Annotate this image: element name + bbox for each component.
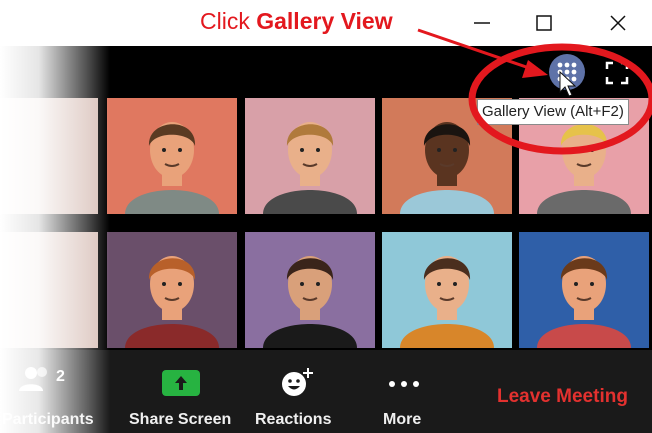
share-screen-button[interactable]: Share Screen: [120, 350, 242, 433]
avatar: [125, 122, 219, 214]
participant-video-tile[interactable]: [519, 232, 649, 348]
participant-video-tile[interactable]: [245, 232, 375, 348]
maximize-icon: [536, 15, 552, 31]
participants-count: 2: [56, 368, 65, 385]
participants-button[interactable]: Participants: [0, 350, 100, 433]
reactions-button[interactable]: Reactions: [248, 350, 340, 433]
grid-icon: [557, 62, 577, 82]
annotation-bold: Gallery View: [256, 8, 393, 34]
minimize-button[interactable]: [468, 10, 496, 36]
maximize-button[interactable]: [530, 10, 558, 36]
more-label: More: [383, 411, 422, 428]
participant-video-tile[interactable]: [0, 232, 98, 348]
participant-video-tile[interactable]: [107, 232, 237, 348]
fullscreen-icon: [605, 61, 629, 85]
participant-video-tile[interactable]: [107, 98, 237, 214]
participant-video-tile[interactable]: [382, 232, 512, 348]
participants-icon: [19, 367, 47, 391]
share-screen-icon: [162, 370, 200, 396]
participant-video-tile[interactable]: [245, 98, 375, 214]
avatar: [125, 256, 219, 348]
more-icon: [389, 381, 419, 387]
share-screen-label: Share Screen: [129, 411, 232, 428]
close-button[interactable]: [604, 10, 632, 36]
avatar: [537, 256, 631, 348]
avatar: [400, 256, 494, 348]
video-gallery: [0, 98, 652, 350]
annotation-prefix: Click: [200, 8, 257, 34]
more-button[interactable]: More: [368, 350, 440, 433]
close-icon: [610, 15, 626, 31]
gallery-view-tooltip: Gallery View (Alt+F2): [477, 99, 629, 125]
reactions-label: Reactions: [255, 411, 332, 428]
participants-label: Participants: [2, 411, 94, 428]
emoji-plus-icon: [282, 368, 313, 396]
annotation-caption: Click Gallery View: [200, 8, 393, 35]
gallery-view-button[interactable]: [549, 54, 585, 90]
avatar: [263, 122, 357, 214]
minimize-icon: [474, 22, 490, 24]
participant-video-tile[interactable]: [0, 98, 98, 214]
leave-meeting-button[interactable]: Leave Meeting: [497, 386, 628, 408]
avatar: [263, 256, 357, 348]
fullscreen-button[interactable]: [604, 60, 630, 86]
